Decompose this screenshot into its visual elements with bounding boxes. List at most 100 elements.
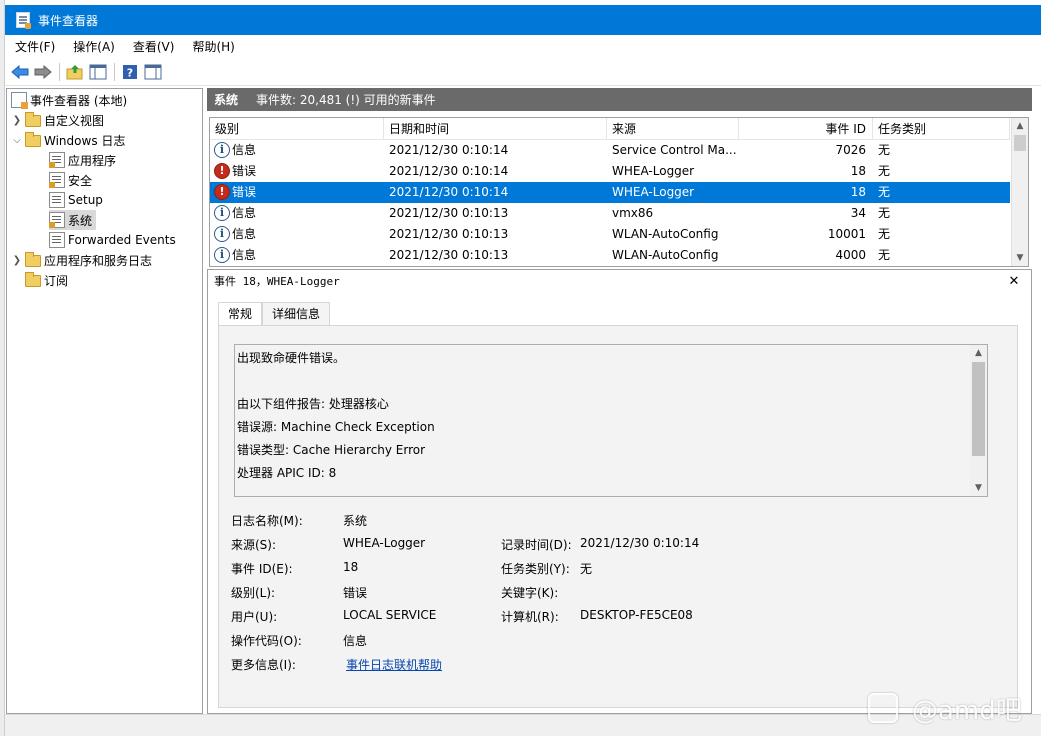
value-user[interactable]: LOCAL SERVICE	[343, 608, 436, 622]
window-title: 事件查看器	[38, 13, 99, 28]
cell-id: 10001	[827, 227, 866, 241]
tree-item-label: 系统	[68, 213, 93, 228]
tree-item-label: Windows 日志	[44, 133, 126, 148]
cell-date: 2021/12/30 0:10:14	[389, 164, 509, 178]
folder-icon	[25, 252, 41, 267]
show-hide-tree-icon[interactable]	[87, 61, 109, 83]
cell-task: 无	[878, 227, 891, 241]
chevron-down-icon[interactable]: ⌵	[11, 135, 23, 146]
column-header-task-category[interactable]: 任务类别	[873, 118, 1010, 140]
event-description[interactable]: 出现致命硬件错误。 由以下组件报告: 处理器核心 错误源: Machine Ch…	[234, 344, 988, 497]
scroll-thumb[interactable]	[1014, 135, 1026, 151]
online-help-link[interactable]: 事件日志联机帮助	[346, 656, 442, 673]
error-icon: !	[214, 184, 230, 200]
cell-id: 4000	[835, 248, 866, 262]
folder-icon	[25, 132, 41, 147]
menu-action[interactable]: 操作(A)	[63, 38, 123, 55]
tree-item-setup[interactable]: Setup	[49, 190, 103, 210]
label-logged: 记录时间(D):	[501, 538, 572, 552]
table-row[interactable]: i 信息 2021/12/30 0:10:13 WLAN-AutoConfig 1000…	[210, 224, 1010, 245]
value-log-name[interactable]: 系统	[343, 512, 367, 529]
log-icon	[49, 212, 65, 228]
description-line: 出现致命硬件错误。	[237, 351, 346, 365]
cell-date: 2021/12/30 0:10:13	[389, 248, 509, 262]
tree-item-system[interactable]: 系统	[49, 210, 97, 230]
cell-date: 2021/12/30 0:10:13	[389, 227, 509, 241]
value-level[interactable]: 错误	[343, 584, 367, 601]
tree-item-app-service-logs[interactable]: ❯ 应用程序和服务日志	[11, 250, 152, 270]
table-row[interactable]: ! 错误 2021/12/30 0:10:14 WHEA-Logger 18 无	[210, 182, 1010, 203]
title-bar[interactable]: 事件查看器	[5, 5, 1041, 35]
tree-item-label: 事件查看器 (本地)	[30, 93, 128, 108]
column-header-source[interactable]: 来源	[607, 118, 739, 140]
cell-date: 2021/12/30 0:10:14	[389, 185, 509, 199]
menu-file[interactable]: 文件(F)	[5, 38, 63, 55]
tree-item-custom-views[interactable]: ❯ 自定义视图	[11, 110, 104, 130]
value-source[interactable]: WHEA-Logger	[343, 536, 425, 550]
back-arrow-icon[interactable]	[9, 61, 31, 83]
chevron-right-icon[interactable]: ❯	[11, 115, 23, 126]
folder-icon	[25, 112, 41, 127]
log-icon	[49, 152, 65, 168]
scroll-down-icon[interactable]: ▼	[1012, 250, 1028, 266]
cell-level: 错误	[232, 185, 257, 199]
scroll-up-icon[interactable]: ▲	[970, 345, 987, 361]
cell-level: 错误	[232, 164, 257, 178]
value-computer[interactable]: DESKTOP-FE5CE08	[580, 608, 693, 622]
help-icon[interactable]: ?	[119, 61, 141, 83]
action-pane-icon[interactable]	[142, 61, 164, 83]
value-logged[interactable]: 2021/12/30 0:10:14	[580, 536, 699, 550]
log-header-bar: 系统 事件数: 20,481 (!) 可用的新事件	[207, 88, 1032, 111]
description-line: 由以下组件报告: 处理器核心	[237, 397, 389, 411]
description-scrollbar[interactable]: ▲ ▼	[970, 345, 987, 496]
log-icon	[49, 172, 65, 188]
column-header-level[interactable]: 级别	[210, 118, 384, 140]
up-folder-icon[interactable]	[64, 61, 86, 83]
log-icon	[49, 232, 65, 248]
table-row[interactable]: i 信息 2021/12/30 0:10:14 Service Control Ma.…	[210, 140, 1010, 161]
outer-scrollbar[interactable]	[1035, 88, 1041, 714]
label-event-id: 事件 ID(E):	[231, 562, 293, 576]
info-icon: i	[214, 247, 230, 263]
label-keywords: 关键字(K):	[501, 586, 559, 600]
watermark: @amd吧	[868, 690, 1022, 726]
column-header-date[interactable]: 日期和时间	[384, 118, 607, 140]
table-row[interactable]: i 信息 2021/12/30 0:10:13 vmx86 34 无	[210, 203, 1010, 224]
watermark-text: @amd吧	[912, 695, 1022, 726]
detail-tabs: 常规 详细信息	[218, 302, 331, 326]
tree-item-root[interactable]: 事件查看器 (本地)	[11, 90, 127, 110]
table-header: 级别 日期和时间 来源 事件 ID 任务类别	[210, 118, 1010, 140]
scroll-down-icon[interactable]: ▼	[970, 480, 987, 496]
tree-item-forwarded-events[interactable]: Forwarded Events	[49, 230, 176, 250]
tree-item-label: 订阅	[44, 273, 69, 288]
tree-item-security[interactable]: 安全	[49, 170, 92, 190]
general-tab-panel: 出现致命硬件错误。 由以下组件报告: 处理器核心 错误源: Machine Ch…	[218, 325, 1018, 708]
table-row[interactable]: i 信息 2021/12/30 0:10:13 WLAN-AutoConfig 4000…	[210, 245, 1010, 266]
scroll-up-icon[interactable]: ▲	[1012, 118, 1028, 134]
tab-details[interactable]: 详细信息	[262, 302, 331, 326]
cell-source: WHEA-Logger	[612, 185, 695, 199]
event-viewer-icon	[11, 92, 28, 109]
menu-help[interactable]: 帮助(H)	[182, 38, 242, 55]
log-icon	[49, 192, 65, 208]
chevron-right-icon[interactable]: ❯	[11, 255, 23, 266]
cell-task: 无	[878, 248, 891, 262]
value-opcode[interactable]: 信息	[343, 632, 367, 649]
description-line: 错误源: Machine Check Exception	[237, 420, 435, 434]
forward-arrow-icon[interactable]	[32, 61, 54, 83]
column-header-event-id[interactable]: 事件 ID	[739, 118, 873, 140]
tree-item-windows-logs[interactable]: ⌵ Windows 日志	[11, 130, 125, 150]
scroll-thumb[interactable]	[972, 362, 985, 456]
value-event-id[interactable]: 18	[343, 560, 358, 574]
cell-id: 18	[850, 185, 866, 199]
table-row[interactable]: ! 错误 2021/12/30 0:10:14 WHEA-Logger 18 无	[210, 161, 1010, 182]
tab-general[interactable]: 常规	[218, 302, 263, 326]
menu-view[interactable]: 查看(V)	[123, 38, 183, 55]
table-scrollbar[interactable]: ▲ ▼	[1011, 118, 1028, 266]
tree-item-subscriptions[interactable]: 订阅	[25, 270, 68, 290]
tree-item-application[interactable]: 应用程序	[49, 150, 116, 170]
toolbar: ?	[5, 58, 1041, 86]
close-icon[interactable]: ✕	[1005, 272, 1023, 292]
value-task-category[interactable]: 无	[580, 560, 592, 577]
cell-source: WLAN-AutoConfig	[612, 227, 719, 241]
